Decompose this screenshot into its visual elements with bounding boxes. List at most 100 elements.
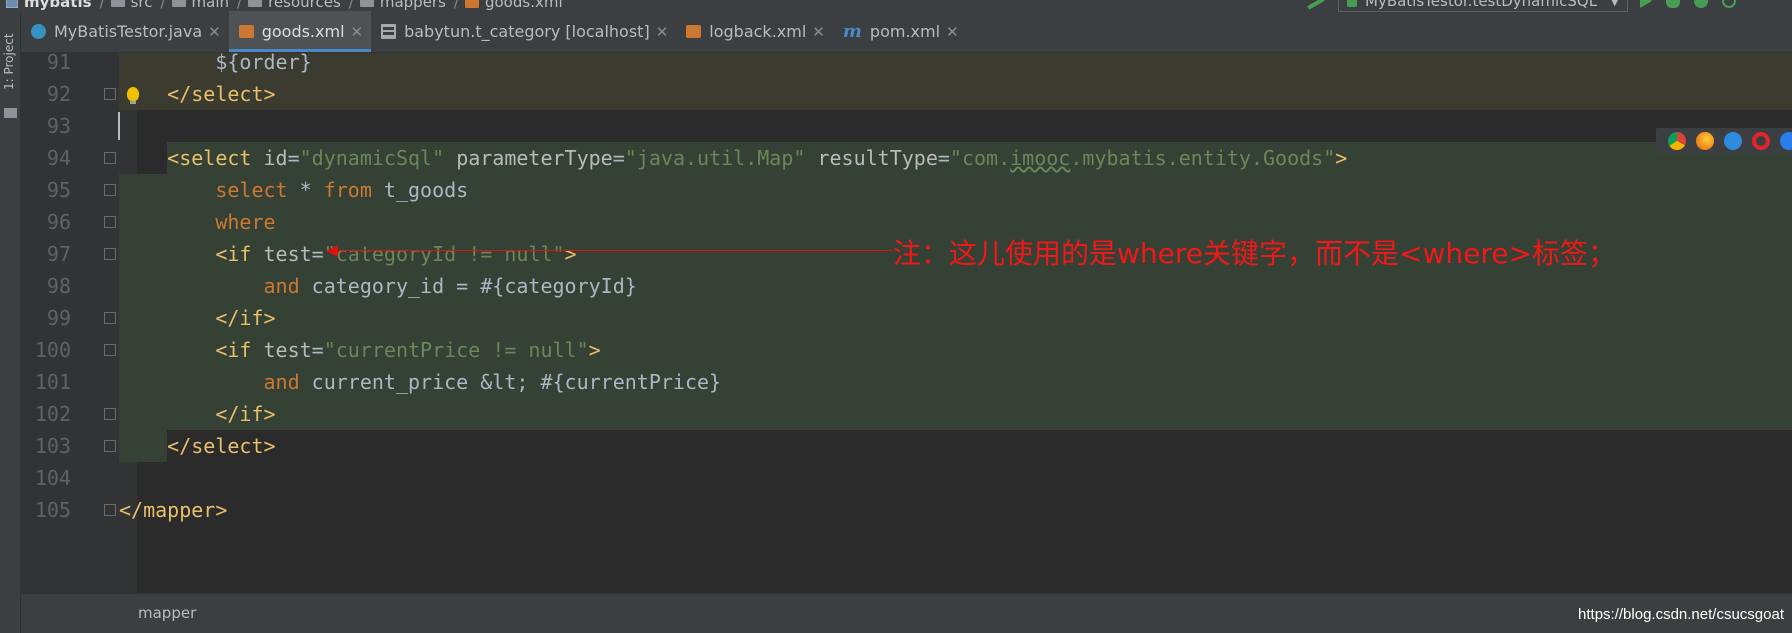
breadcrumb-src[interactable]: src	[110, 0, 152, 11]
tab-pom-xml[interactable]: m pom.xml ✕	[833, 11, 967, 52]
db-table-icon	[381, 24, 397, 39]
code-line[interactable]: 94 <select id="dynamicSql" parameterType…	[21, 142, 1792, 174]
breadcrumb-resources[interactable]: resources	[248, 0, 341, 11]
code-token: parameterType	[456, 146, 613, 170]
code-line[interactable]: 100 <if test="currentPrice != null">	[21, 334, 1792, 366]
code-token: "com.imooc.mybatis.entity.Goods"	[949, 146, 1336, 170]
code-editor[interactable]: 91 ${order} 92 </select> 93 94 <select id="…	[21, 53, 1792, 593]
open-in-browser-bar	[1656, 128, 1792, 154]
code-token: select	[215, 178, 288, 202]
code-token: and	[263, 274, 300, 298]
breadcrumb-module[interactable]: mybatis	[6, 0, 92, 11]
run-configuration-label: MyBatisTestor.testDynamicSQL	[1365, 0, 1598, 10]
xml-path-breadcrumb[interactable]: mapper	[138, 604, 196, 622]
line-number: 100	[34, 338, 71, 362]
profile-icon[interactable]	[1722, 0, 1736, 8]
safari-icon[interactable]	[1724, 132, 1742, 150]
code-line[interactable]: 104	[21, 462, 1792, 494]
code-line[interactable]: 99 </if>	[21, 302, 1792, 334]
line-number: 101	[34, 370, 71, 394]
breadcrumb-mappers[interactable]: mappers	[359, 0, 446, 11]
folder-icon	[359, 0, 374, 7]
breadcrumb-file[interactable]: goods.xml	[464, 0, 563, 11]
code-text: select * from t_goods	[119, 174, 468, 206]
debug-icon[interactable]	[1666, 0, 1680, 8]
breadcrumb-separator: /	[160, 0, 166, 11]
code-token: from	[323, 178, 372, 202]
code-line[interactable]: 93	[21, 110, 1792, 142]
code-line[interactable]: 92 </select>	[21, 78, 1792, 110]
fold-marker-icon[interactable]	[104, 440, 116, 452]
run-icon[interactable]	[1640, 0, 1652, 8]
line-number: 93	[46, 114, 71, 138]
project-tool-strip: 1: Project	[0, 12, 21, 633]
maven-icon: m	[842, 21, 862, 42]
run-toolbar	[1640, 0, 1736, 8]
fold-marker-icon[interactable]	[104, 408, 116, 420]
code-line[interactable]: 95 select * from t_goods	[21, 174, 1792, 206]
tab-babytun-t-category[interactable]: babytun.t_category [localhost] ✕	[371, 11, 676, 52]
opera-icon[interactable]	[1752, 132, 1770, 150]
close-icon[interactable]: ✕	[208, 23, 221, 41]
fold-marker-icon[interactable]	[104, 88, 116, 100]
code-line[interactable]: 102 </if>	[21, 398, 1792, 430]
xml-file-icon	[238, 25, 254, 38]
code-text: <if test="categoryId != null">	[119, 238, 576, 270]
code-token: </select>	[119, 82, 276, 106]
tab-label: logback.xml	[709, 22, 807, 41]
code-token: "currentPrice != null"	[323, 338, 589, 362]
breadcrumb-main[interactable]: main	[171, 0, 229, 11]
line-number: 105	[34, 498, 71, 522]
code-token: and	[263, 370, 300, 394]
edge-icon[interactable]	[1780, 132, 1792, 150]
annotation-arrowhead	[326, 245, 338, 257]
tab-goods-xml[interactable]: goods.xml ✕	[228, 11, 372, 52]
spelling-warning[interactable]: imooc	[1010, 146, 1070, 170]
fold-marker-icon[interactable]	[104, 504, 116, 516]
tab-label: goods.xml	[261, 22, 345, 41]
code-token: =	[937, 146, 950, 170]
code-line[interactable]: 98 and category_id = #{categoryId}	[21, 270, 1792, 302]
close-icon[interactable]: ✕	[656, 23, 669, 41]
run-configuration-selector[interactable]: MyBatisTestor.testDynamicSQL ▼	[1338, 0, 1628, 12]
watermark: https://blog.csdn.net/csucsgoat	[1578, 606, 1784, 623]
code-text: </if>	[119, 302, 276, 334]
fold-marker-icon[interactable]	[104, 344, 116, 356]
code-line[interactable]: 105 </mapper>	[21, 494, 1792, 526]
code-token: <if	[119, 338, 264, 362]
code-line[interactable]: 91 ${order}	[21, 53, 1792, 78]
line-number: 96	[46, 210, 71, 234]
intention-lightbulb-icon[interactable]	[127, 87, 139, 104]
junit-config-icon	[1347, 0, 1357, 7]
folder-icon	[110, 0, 125, 7]
chrome-icon[interactable]	[1668, 132, 1686, 150]
code-token: </select>	[119, 434, 276, 458]
line-number: 94	[46, 146, 71, 170]
fold-marker-icon[interactable]	[104, 184, 116, 196]
code-token: resultType	[817, 146, 938, 170]
code-token: </if>	[119, 306, 276, 330]
xml-file-icon	[686, 25, 702, 38]
close-icon[interactable]: ✕	[812, 23, 825, 41]
java-class-icon	[31, 24, 46, 39]
fold-marker-icon[interactable]	[104, 248, 116, 260]
project-tool-button[interactable]: 1: Project	[2, 33, 16, 90]
tab-logback-xml[interactable]: logback.xml ✕	[676, 11, 833, 52]
fold-marker-icon[interactable]	[104, 312, 116, 324]
run-coverage-icon[interactable]	[1694, 0, 1708, 8]
fold-marker-icon[interactable]	[104, 216, 116, 228]
code-token: =	[311, 242, 324, 266]
code-line[interactable]: 103 </select>	[21, 430, 1792, 462]
chevron-down-icon: ▼	[1610, 0, 1619, 8]
tab-mybatistestor-java[interactable]: MyBatisTestor.java ✕	[21, 11, 229, 52]
code-text: ${order}	[119, 53, 311, 78]
firefox-icon[interactable]	[1696, 132, 1714, 150]
code-token: test	[263, 338, 312, 362]
code-line[interactable]: 101 and current_price &lt; #{currentPric…	[21, 366, 1792, 398]
close-icon[interactable]: ✕	[946, 23, 959, 41]
close-icon[interactable]: ✕	[351, 23, 364, 41]
fold-marker-icon[interactable]	[104, 152, 116, 164]
